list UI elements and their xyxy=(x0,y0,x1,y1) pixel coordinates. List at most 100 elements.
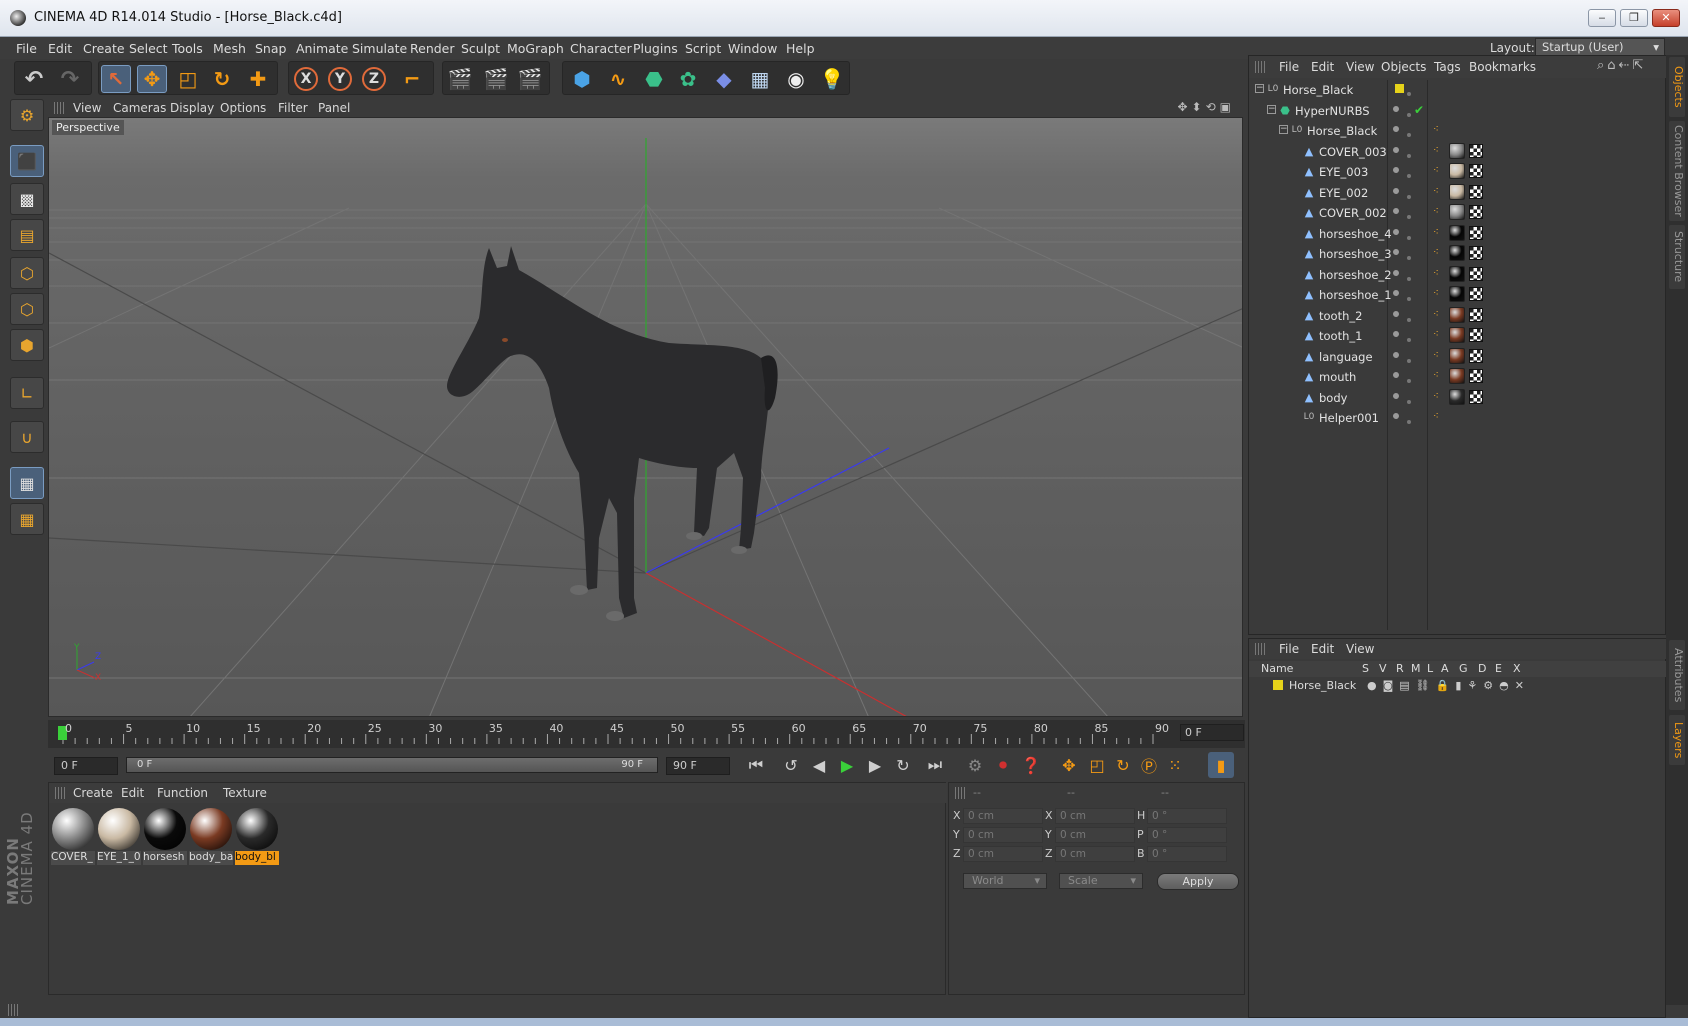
object-row[interactable]: L0 Helper001 ⁖ xyxy=(1249,408,1667,428)
material-swatch[interactable]: EYE_1_0( xyxy=(97,807,141,865)
phong-tag-icon[interactable]: ⁖ xyxy=(1433,165,1443,176)
layer-column-header[interactable]: L xyxy=(1427,662,1433,675)
uvw-tag-icon[interactable] xyxy=(1469,246,1483,260)
workplane-icon[interactable]: ▦ xyxy=(10,503,44,535)
autokey-icon[interactable]: ⏺ xyxy=(990,752,1016,778)
render-visibility-dot[interactable] xyxy=(1407,92,1411,96)
key-rotation-icon[interactable]: ↻ xyxy=(1110,752,1136,778)
uvw-tag-icon[interactable] xyxy=(1469,164,1483,178)
layer-row[interactable]: Horse_Black ●◙▤⛓🔒▮⚘⚙◓✕ xyxy=(1249,677,1667,695)
object-name[interactable]: horseshoe_4 xyxy=(1319,227,1392,241)
go-to-end-icon[interactable]: ⏭ xyxy=(922,752,948,778)
object-row[interactable]: ▲ COVER_003 ⁖ xyxy=(1249,142,1667,162)
editor-visibility-dot[interactable] xyxy=(1393,269,1399,276)
coordinate-mode-dropdown[interactable]: Scale ▾ xyxy=(1059,873,1143,889)
viewport-menu-panel[interactable]: Panel xyxy=(318,101,350,115)
editor-visibility-dot[interactable] xyxy=(1393,392,1399,399)
viewport-menu-cameras[interactable]: Cameras xyxy=(113,101,166,115)
timeline-ticks[interactable]: 0 5 10 15 20 25 30 35 40 45 50 55 60 65 70 75 80 85 90 xyxy=(58,722,1169,744)
render-visibility-dot[interactable] xyxy=(1407,276,1411,281)
render-visibility-dot[interactable] xyxy=(1407,112,1411,117)
material-menu-create[interactable]: Create xyxy=(73,786,113,800)
editor-visibility-dot[interactable] xyxy=(1393,167,1399,173)
phong-tag-icon[interactable]: ⁖ xyxy=(1433,370,1443,381)
undo-icon[interactable]: ↶ xyxy=(19,65,49,93)
editor-visibility-dot[interactable] xyxy=(1393,372,1399,378)
phong-tag-icon[interactable]: ⁖ xyxy=(1433,268,1443,279)
material-label[interactable]: body_bl xyxy=(235,851,279,865)
editor-visibility-dot[interactable] xyxy=(1393,351,1399,358)
panel-grip-icon[interactable] xyxy=(1255,643,1265,655)
previous-frame-icon[interactable]: ◀ xyxy=(806,752,832,778)
phong-tag-icon[interactable]: ⁖ xyxy=(1433,186,1443,197)
object-name[interactable]: EYE_002 xyxy=(1319,186,1368,200)
collapse-toggle-icon[interactable]: − xyxy=(1279,125,1288,134)
object-manager-nav-icons[interactable]: ⌕⌂⇠⇱ xyxy=(1597,58,1646,73)
uvw-tag-icon[interactable] xyxy=(1469,287,1483,301)
coordinate-value-field[interactable]: 0 cm xyxy=(963,827,1043,843)
current-frame-field[interactable]: 0 F xyxy=(1180,724,1244,741)
object-menu-bookmarks[interactable]: Bookmarks xyxy=(1469,60,1536,74)
material-tag-icon[interactable] xyxy=(1449,142,1465,159)
render-view-icon[interactable]: 🎬 xyxy=(445,65,475,93)
uvw-tag-icon[interactable] xyxy=(1469,348,1483,363)
keyframe-selection-icon[interactable]: ❓ xyxy=(1018,752,1044,778)
coordinate-value-field[interactable]: 0 ° xyxy=(1147,846,1227,862)
material-swatch[interactable]: COVER_ xyxy=(51,807,95,865)
render-visibility-dot[interactable] xyxy=(1407,379,1411,383)
uvw-tag-icon[interactable] xyxy=(1469,369,1483,383)
material-tag-icon[interactable] xyxy=(1449,388,1465,405)
coordinate-value-field[interactable]: 0 ° xyxy=(1147,808,1227,824)
material-tag-icon[interactable] xyxy=(1449,224,1465,241)
timeline-ruler[interactable]: 0 5 10 15 20 25 30 35 40 45 50 55 60 65 70 75 80 85 90 0 F xyxy=(48,720,1245,748)
close-button[interactable]: ✕ xyxy=(1652,9,1680,27)
key-param-icon[interactable]: Ⓟ xyxy=(1136,752,1162,778)
cube-icon[interactable]: ⬢ xyxy=(567,65,597,93)
render-picture-viewer-icon[interactable]: 🎬 xyxy=(481,65,511,93)
layer-column-header[interactable]: D xyxy=(1478,662,1486,675)
object-name[interactable]: EYE_003 xyxy=(1319,165,1368,179)
points-mode-icon[interactable]: ⬡ xyxy=(10,257,44,289)
phong-tag-icon[interactable]: ⁖ xyxy=(1433,124,1443,135)
render-visibility-dot[interactable] xyxy=(1407,174,1411,178)
material-swatch[interactable]: body_bl xyxy=(235,807,279,865)
viewport-menu-display[interactable]: Display xyxy=(170,101,214,115)
uvw-tag-icon[interactable] xyxy=(1469,184,1483,199)
camera-icon[interactable]: ◉ xyxy=(781,65,811,93)
coordinate-value-field[interactable]: 0 cm xyxy=(1055,827,1135,843)
coordinate-value-field[interactable]: 0 ° xyxy=(1147,827,1227,843)
layer-color-swatch[interactable] xyxy=(1273,680,1283,690)
coordinate-value-field[interactable]: 0 cm xyxy=(1055,846,1135,862)
coordinate-value-field[interactable]: 0 cm xyxy=(963,846,1043,862)
key-pla-icon[interactable]: ⁙ xyxy=(1162,752,1188,778)
layer-name[interactable]: Horse_Black xyxy=(1289,679,1356,692)
menu-script[interactable]: Script xyxy=(685,41,721,56)
menu-sculpt[interactable]: Sculpt xyxy=(461,41,500,56)
material-menu-edit[interactable]: Edit xyxy=(121,786,144,800)
layer-column-header[interactable]: S xyxy=(1362,662,1369,675)
end-frame-field[interactable]: 90 F xyxy=(666,757,730,775)
layer-menu-edit[interactable]: Edit xyxy=(1311,642,1334,656)
object-menu-file[interactable]: File xyxy=(1279,60,1299,74)
uvw-tag-icon[interactable] xyxy=(1469,266,1483,281)
go-to-start-icon[interactable]: ⏮ xyxy=(743,752,769,778)
object-name[interactable]: mouth xyxy=(1319,370,1356,384)
object-row[interactable]: ▲ EYE_003 ⁖ xyxy=(1249,162,1667,182)
array-icon[interactable]: ✿ xyxy=(673,65,703,93)
material-label[interactable]: EYE_1_0( xyxy=(97,851,141,865)
redo-icon[interactable]: ↷ xyxy=(55,65,85,93)
material-tag-icon[interactable] xyxy=(1449,265,1465,282)
snap-icon[interactable]: ∪ xyxy=(10,421,44,453)
material-tag-icon[interactable] xyxy=(1449,286,1465,302)
render-visibility-dot[interactable] xyxy=(1407,133,1411,137)
editor-visibility-dot[interactable] xyxy=(1393,126,1399,132)
object-name[interactable]: tooth_1 xyxy=(1319,329,1362,343)
uvw-tag-icon[interactable] xyxy=(1469,389,1483,404)
editor-visibility-dot[interactable] xyxy=(1393,187,1399,194)
uvw-tag-icon[interactable] xyxy=(1469,225,1483,240)
editor-visibility-dot[interactable] xyxy=(1393,331,1399,337)
material-tag-icon[interactable] xyxy=(1449,183,1465,200)
object-name[interactable]: language xyxy=(1319,350,1373,364)
editor-visibility-dot[interactable] xyxy=(1393,228,1399,235)
object-name[interactable]: horseshoe_1 xyxy=(1319,288,1392,302)
